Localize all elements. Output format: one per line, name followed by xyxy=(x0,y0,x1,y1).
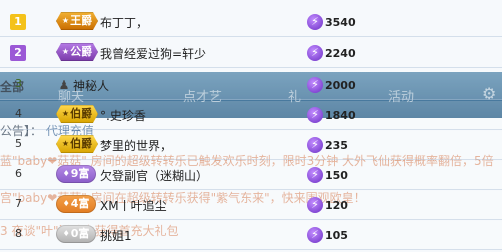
score: ⚡ 120 xyxy=(307,195,348,215)
rank-number: 1 xyxy=(10,14,26,30)
score-value: 3540 xyxy=(325,15,356,29)
user-name[interactable]: 布丁丁， xyxy=(100,14,148,31)
score-value: 105 xyxy=(325,228,348,242)
rich-level-badge: ♦9富 xyxy=(56,165,96,183)
user-name[interactable]: 神秘人 xyxy=(73,77,109,94)
rank-number: 6 xyxy=(15,167,22,180)
rank-row[interactable]: 8 ♦0富 挑姐1 ⚡ 105 xyxy=(0,221,502,250)
lightning-icon: ⚡ xyxy=(307,137,323,153)
rank-number: 4 xyxy=(15,107,22,120)
mystery-person-icon: ♟ xyxy=(58,78,70,92)
lightning-icon: ⚡ xyxy=(307,77,323,93)
score: ⚡ 2240 xyxy=(307,43,356,63)
user-name[interactable]: 挑姐1 xyxy=(100,227,132,244)
rank-number: 2 xyxy=(10,45,26,61)
user-name[interactable]: 欠登副官（迷糊山） xyxy=(100,167,208,184)
score: ⚡ 235 xyxy=(307,135,348,155)
score-value: 1840 xyxy=(325,108,356,122)
score: ⚡ 2000 xyxy=(307,75,356,95)
score-value: 235 xyxy=(325,138,348,152)
rank-row[interactable]: 4 ★伯爵 °.史珍香 ⚡ 1840 xyxy=(0,101,502,130)
user-name[interactable]: °.史珍香 xyxy=(100,107,146,124)
user-name[interactable]: XM丨叶追尘 xyxy=(100,197,167,214)
noble-badge: ★伯爵 xyxy=(56,135,98,153)
score-value: 150 xyxy=(325,168,348,182)
score: ⚡ 150 xyxy=(307,165,348,185)
rank-row[interactable]: 5 ★伯爵 梦里的世界， ⚡ 235 xyxy=(0,131,502,160)
rank-list: 1 ★王爵 布丁丁， ⚡ 3540 2 ★公爵 我曾经爱过狗=轩少 ⚡ 2240… xyxy=(0,0,502,252)
rank-row[interactable]: 6 ♦9富 欠登副官（迷糊山） ⚡ 150 xyxy=(0,161,502,190)
noble-badge: ★公爵 xyxy=(56,43,98,61)
score-value: 2240 xyxy=(325,46,356,60)
rank-row[interactable]: 7 ♦4富 XM丨叶追尘 ⚡ 120 xyxy=(0,191,502,220)
rank-row[interactable]: 1 ★王爵 布丁丁， ⚡ 3540 xyxy=(0,8,502,37)
score: ⚡ 1840 xyxy=(307,105,356,125)
rich-level-badge: ♦0富 xyxy=(56,225,96,243)
rank-row[interactable]: 2 ★公爵 我曾经爱过狗=轩少 ⚡ 2240 xyxy=(0,39,502,68)
score-value: 120 xyxy=(325,198,348,212)
score: ⚡ 3540 xyxy=(307,12,356,32)
lightning-icon: ⚡ xyxy=(307,45,323,61)
rank-number: 8 xyxy=(15,227,22,240)
rank-row[interactable]: 3 ♟ 神秘人 ⚡ 2000 xyxy=(0,71,502,100)
score: ⚡ 105 xyxy=(307,225,348,245)
lightning-icon: ⚡ xyxy=(307,107,323,123)
user-name[interactable]: 我曾经爱过狗=轩少 xyxy=(100,45,206,62)
lightning-icon: ⚡ xyxy=(307,14,323,30)
user-name[interactable]: 梦里的世界， xyxy=(100,137,172,154)
noble-badge: ★王爵 xyxy=(56,12,98,30)
score-value: 2000 xyxy=(325,78,356,92)
lightning-icon: ⚡ xyxy=(307,227,323,243)
rich-level-badge: ♦4富 xyxy=(56,195,96,213)
rank-number: 3 xyxy=(15,77,22,90)
lightning-icon: ⚡ xyxy=(307,197,323,213)
noble-badge: ★伯爵 xyxy=(56,105,98,123)
rank-number: 5 xyxy=(15,137,22,150)
lightning-icon: ⚡ xyxy=(307,167,323,183)
rank-number: 7 xyxy=(15,197,22,210)
